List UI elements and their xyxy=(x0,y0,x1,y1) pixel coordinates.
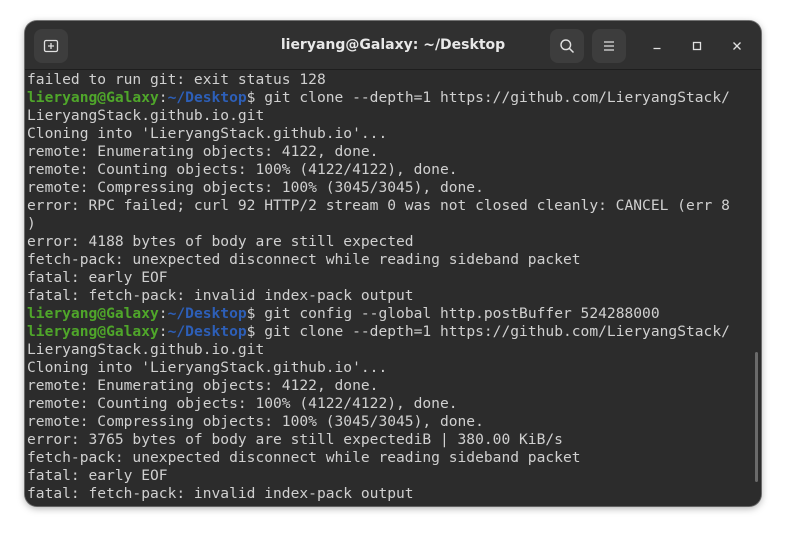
output-line: failed to run git: exit status 128 xyxy=(27,71,326,88)
prompt-line: lieryang@Galaxy:~/Desktop$ git clone --d… xyxy=(27,323,730,341)
hamburger-menu-icon xyxy=(601,38,617,54)
prompt-path: ~/Desktop xyxy=(167,89,247,106)
output-line: ) xyxy=(27,215,36,232)
output-line: remote: Compressing objects: 100% (3045/… xyxy=(27,179,484,196)
prompt-line: lieryang@Galaxy:~/Desktop$ git clone --d… xyxy=(27,89,730,107)
prompt-path: ~/Desktop xyxy=(167,323,247,340)
prompt-user: lieryang@Galaxy xyxy=(27,323,159,340)
prompt-separator: : xyxy=(158,305,168,322)
output-line: remote: Counting objects: 100% (4122/412… xyxy=(27,395,458,412)
output-line: fetch-pack: unexpected disconnect while … xyxy=(27,449,581,466)
command-text: $ git clone --depth=1 https://github.com… xyxy=(246,323,730,340)
maximize-icon xyxy=(691,37,703,56)
close-button[interactable] xyxy=(724,33,750,59)
prompt-separator: : xyxy=(158,89,168,106)
prompt-user: lieryang@Galaxy xyxy=(27,89,159,106)
terminal-lines: failed to run git: exit status 128 lierya… xyxy=(27,71,730,503)
output-line: fatal: fetch-pack: invalid index-pack ou… xyxy=(27,485,414,502)
output-line: LieryangStack.github.io.git xyxy=(27,341,265,358)
maximize-button[interactable] xyxy=(684,33,710,59)
output-line: fetch-pack: unexpected disconnect while … xyxy=(27,251,581,268)
command-text: $ git clone --depth=1 https://github.com… xyxy=(246,89,730,106)
minimize-icon xyxy=(651,37,663,56)
command-text: $ git config --global http.postBuffer 52… xyxy=(246,305,660,322)
output-line: fatal: early EOF xyxy=(27,269,168,286)
search-button[interactable] xyxy=(550,29,584,63)
output-line: LieryangStack.github.io.git xyxy=(27,107,265,124)
menu-button[interactable] xyxy=(592,29,626,63)
prompt-path: ~/Desktop xyxy=(167,305,247,322)
output-line: error: 3765 bytes of body are still expe… xyxy=(27,431,563,448)
output-line: error: 4188 bytes of body are still expe… xyxy=(27,233,414,250)
output-line: remote: Compressing objects: 100% (3045/… xyxy=(27,413,484,430)
output-line: Cloning into 'LieryangStack.github.io'..… xyxy=(27,125,388,142)
prompt-separator: : xyxy=(158,323,168,340)
terminal-window: lieryang@Galaxy: ~/Desktop failed to run… xyxy=(25,21,761,506)
title-bar: lieryang@Galaxy: ~/Desktop xyxy=(25,21,761,70)
scrollbar[interactable] xyxy=(755,352,758,482)
new-tab-icon xyxy=(43,38,59,54)
output-line: remote: Enumerating objects: 4122, done. xyxy=(27,377,379,394)
prompt-line: lieryang@Galaxy:~/Desktop$ git config --… xyxy=(27,305,730,323)
output-line: fatal: early EOF xyxy=(27,467,168,484)
output-line: remote: Enumerating objects: 4122, done. xyxy=(27,143,379,160)
minimize-button[interactable] xyxy=(644,33,670,59)
prompt-user: lieryang@Galaxy xyxy=(27,305,159,322)
terminal-output[interactable]: failed to run git: exit status 128 lierya… xyxy=(25,71,761,506)
output-line: Cloning into 'LieryangStack.github.io'..… xyxy=(27,359,388,376)
output-line: fatal: fetch-pack: invalid index-pack ou… xyxy=(27,287,414,304)
output-line: remote: Counting objects: 100% (4122/412… xyxy=(27,161,458,178)
search-icon xyxy=(559,38,575,54)
new-tab-button[interactable] xyxy=(34,29,68,63)
close-icon xyxy=(731,37,743,56)
output-line: error: RPC failed; curl 92 HTTP/2 stream… xyxy=(27,197,730,214)
